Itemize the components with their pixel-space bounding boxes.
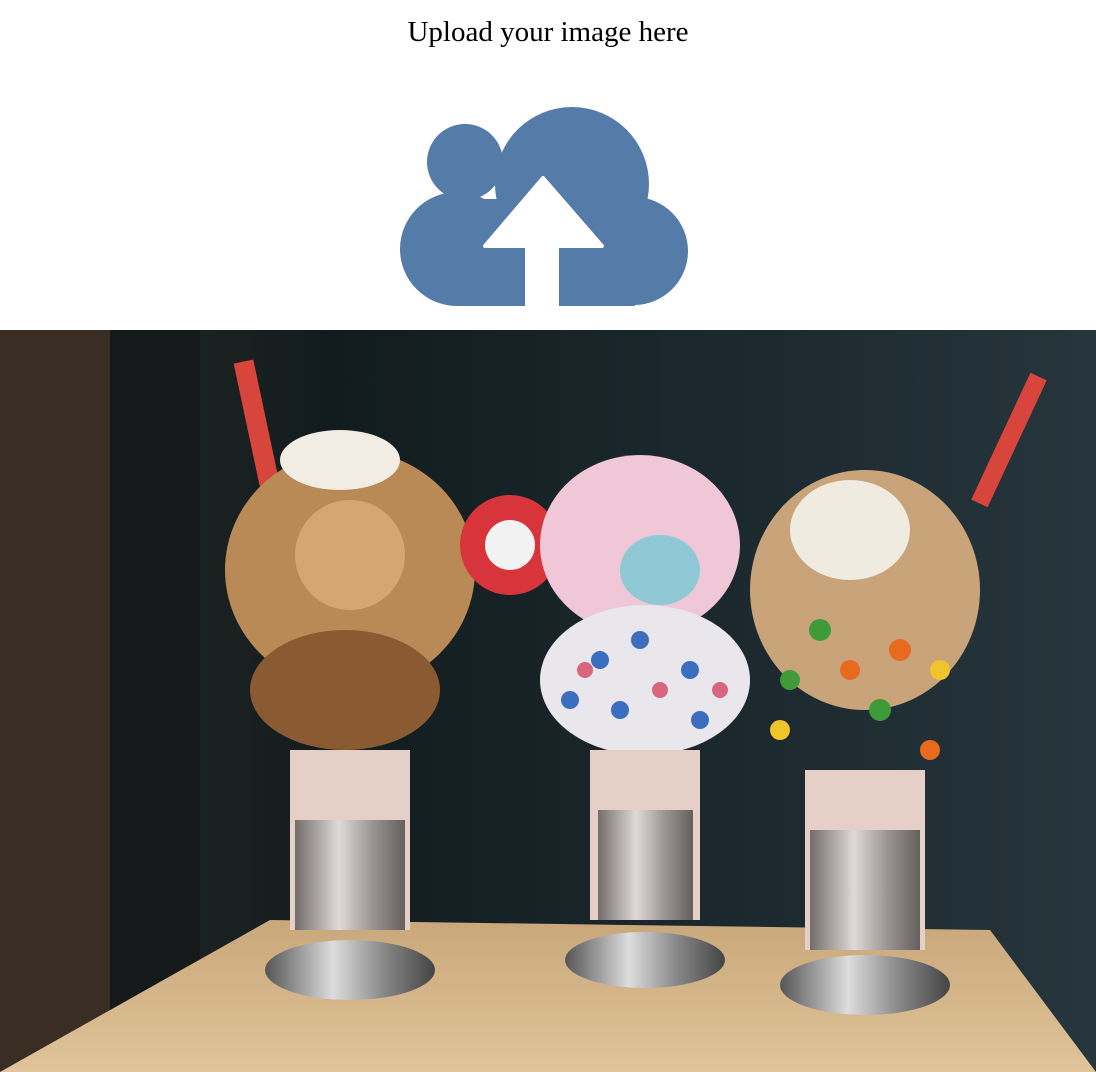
milkshakes-photo: [0, 330, 1096, 1072]
upload-heading: Upload your image here: [407, 16, 689, 48]
cloud-upload-icon[interactable]: [400, 104, 688, 306]
